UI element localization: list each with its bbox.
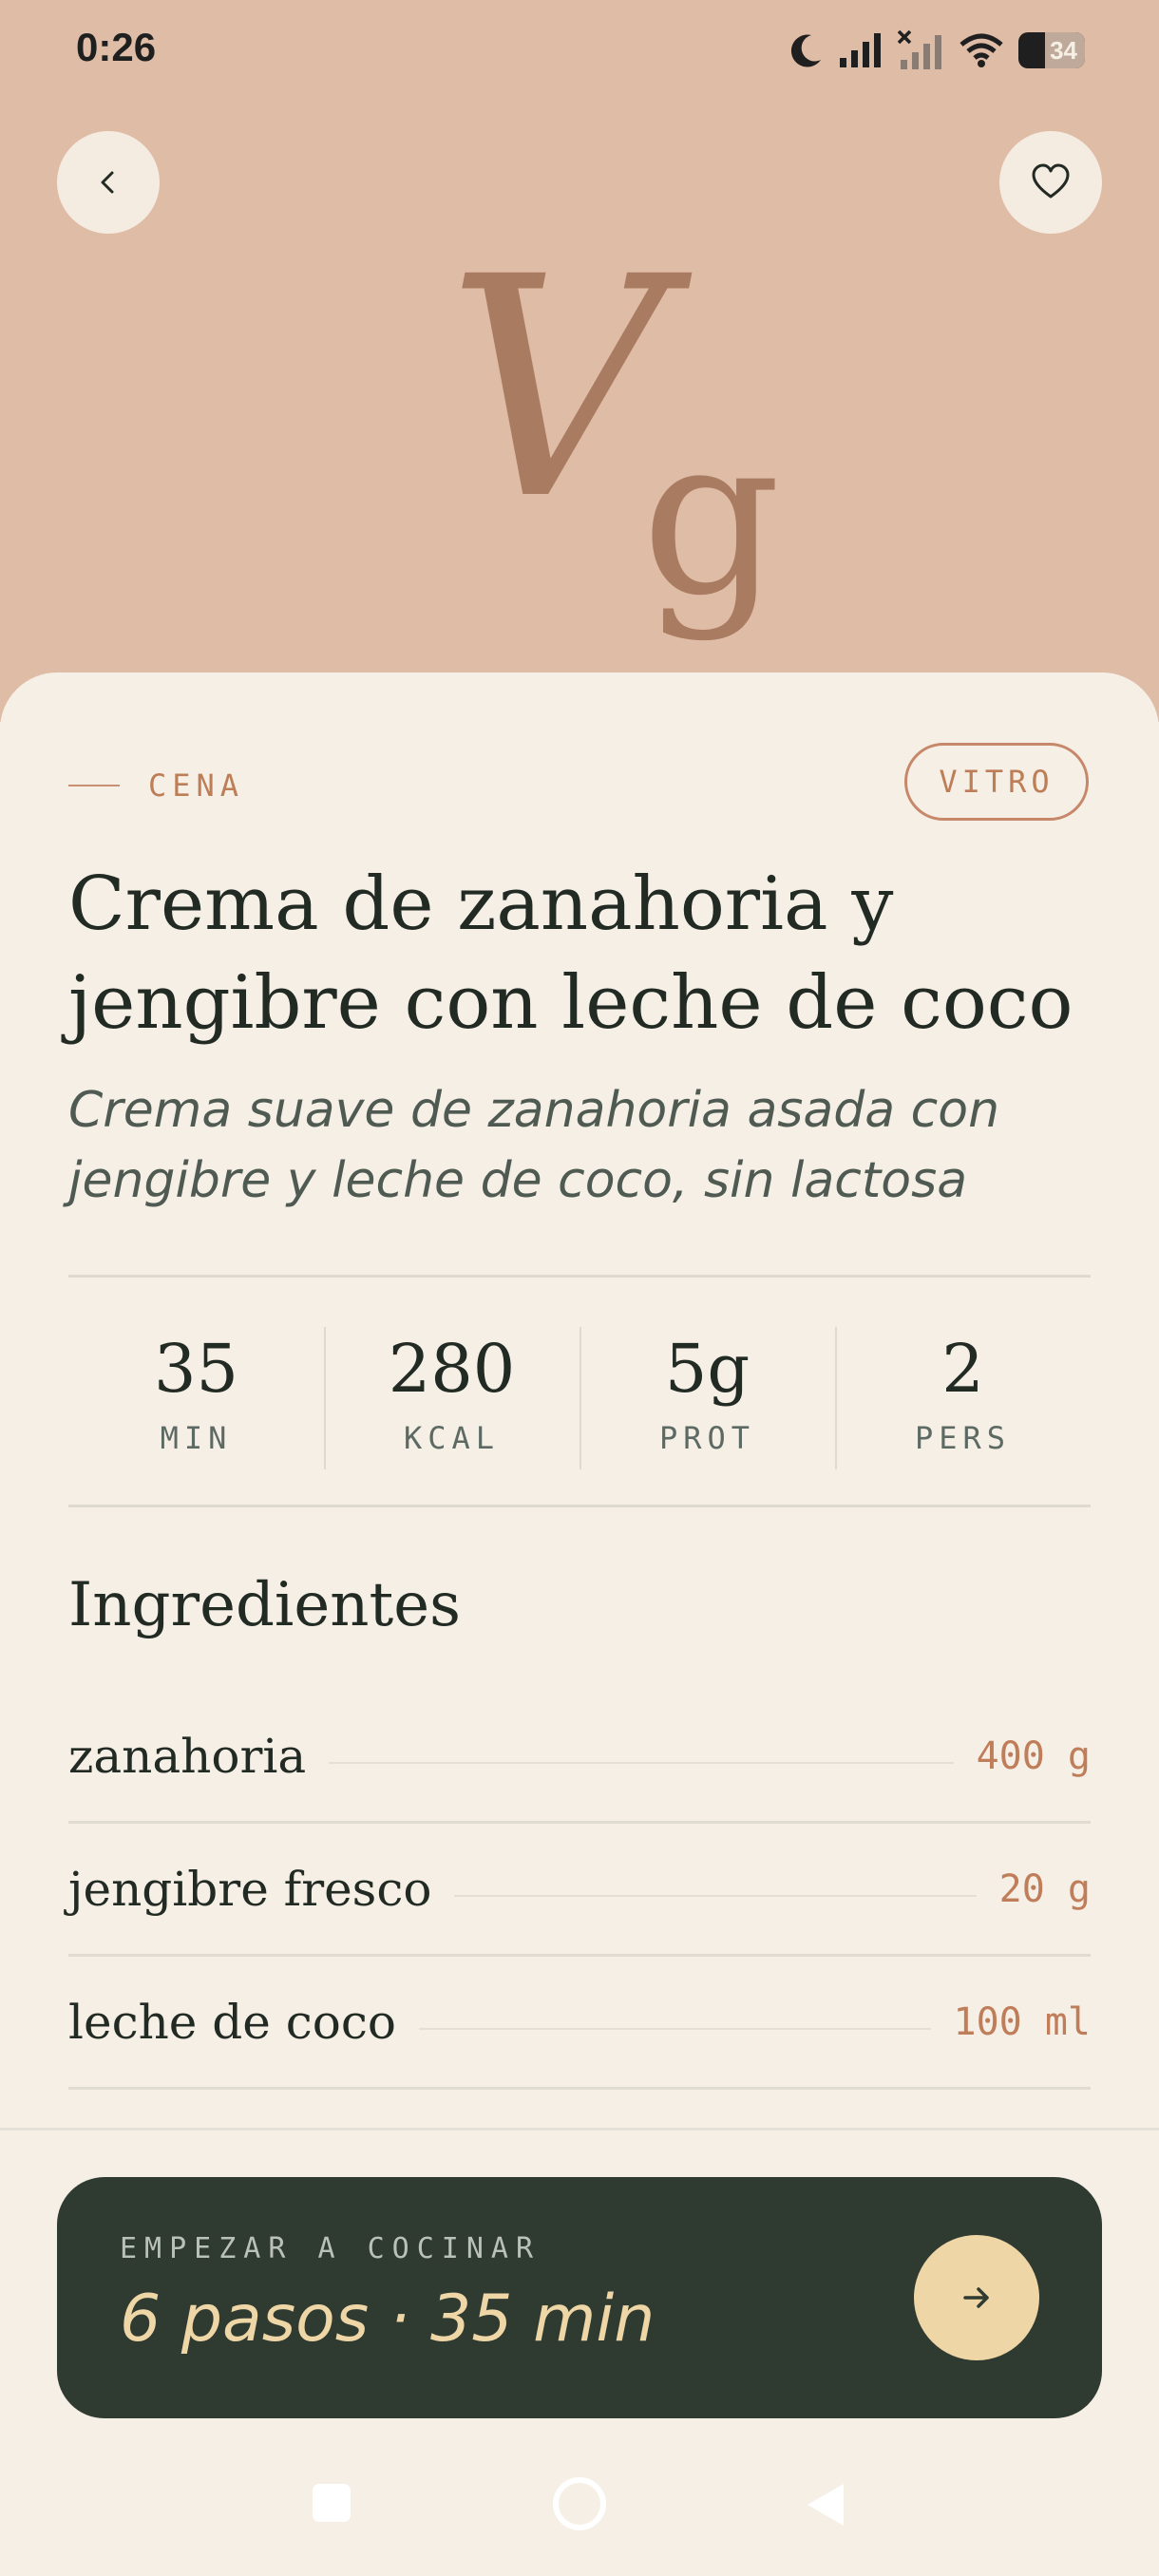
back-button[interactable] [57,131,160,234]
stat-unit: PERS [914,1420,1012,1456]
stat-value: 5g [664,1330,750,1408]
stat-value: 280 [388,1330,516,1408]
ingredient-name: jengibre fresco [68,1861,432,1917]
ingredient-leader [454,1894,977,1897]
stat-servings: 2 PERS [835,1278,1091,1469]
ingredient-name: zanahoria [68,1728,307,1784]
cta-arrow-button[interactable] [914,2235,1039,2360]
wifi-icon [960,33,1003,67]
stat-unit: PROT [658,1420,756,1456]
system-nav-bar [0,2460,1159,2555]
cooktop-badge: VITRO [904,743,1089,821]
moon-icon [790,34,821,67]
ingredient-quantity: 20 g [998,1866,1091,1911]
ingredient-leader [329,1761,954,1764]
no-signal-icon [897,29,941,69]
heart-outline-icon [1032,163,1070,199]
stat-protein: 5g PROT [580,1278,835,1469]
cta-detail: 6 pasos · 35 min [120,2282,656,2357]
recipe-monogram: V g [446,213,781,636]
bottom-divider [0,2128,1159,2131]
status-icons: 34 [787,27,1085,74]
stat-value: 2 [941,1330,984,1408]
signal-icon [840,33,881,67]
recipe-subtitle: Crema suave de zanahoria asada con jengi… [68,1082,1000,1209]
start-cooking-button[interactable]: EMPEZAR A COCINAR 6 pasos · 35 min [57,2177,1102,2418]
ingredient-quantity: 400 g [976,1733,1091,1778]
cta-label: EMPEZAR A COCINAR [120,2232,542,2265]
home-circle-icon[interactable] [551,2475,608,2532]
ingredient-quantity: 100 ml [953,1999,1092,2044]
battery-icon: 34 [1018,32,1085,68]
stat-value: 35 [153,1330,239,1408]
monogram-letter-v: V [446,213,667,566]
category-label: CENA [148,767,245,804]
ingredient-row: jengibre fresco 20 g [68,1824,1091,1957]
arrow-right-icon [963,2287,989,2308]
recipe-stats: 35 MIN 280 KCAL 5g PROT 2 PERS [68,1278,1091,1469]
stat-calories: 280 KCAL [324,1278,580,1469]
favorite-button[interactable] [999,131,1102,234]
recipe-title: Crema de zanahoria y jengibre con leche … [68,862,1074,1046]
divider [68,1505,1091,1507]
ingredient-leader [418,2027,931,2030]
chevron-left-icon [101,171,114,194]
monogram-letter-g: g [641,390,782,644]
status-bar: 0:26 34 [0,0,1159,104]
status-time: 0:26 [76,25,157,69]
battery-level: 34 [1050,35,1077,65]
ingredients-heading: Ingredientes [68,1570,461,1640]
stat-time: 35 MIN [68,1278,324,1458]
recents-square-icon[interactable] [310,2481,353,2525]
back-triangle-icon[interactable] [804,2481,847,2529]
ingredient-row: zanahoria 400 g [68,1691,1091,1824]
ingredients-list: zanahoria 400 g jengibre fresco 20 g lec… [68,1691,1091,2090]
stat-unit: MIN [160,1420,233,1456]
recipe-category: CENA [68,767,244,804]
ingredient-name: leche de coco [68,1994,396,2050]
stat-unit: KCAL [403,1420,501,1456]
category-line [68,785,120,786]
ingredient-row: leche de coco 100 ml [68,1957,1091,2090]
